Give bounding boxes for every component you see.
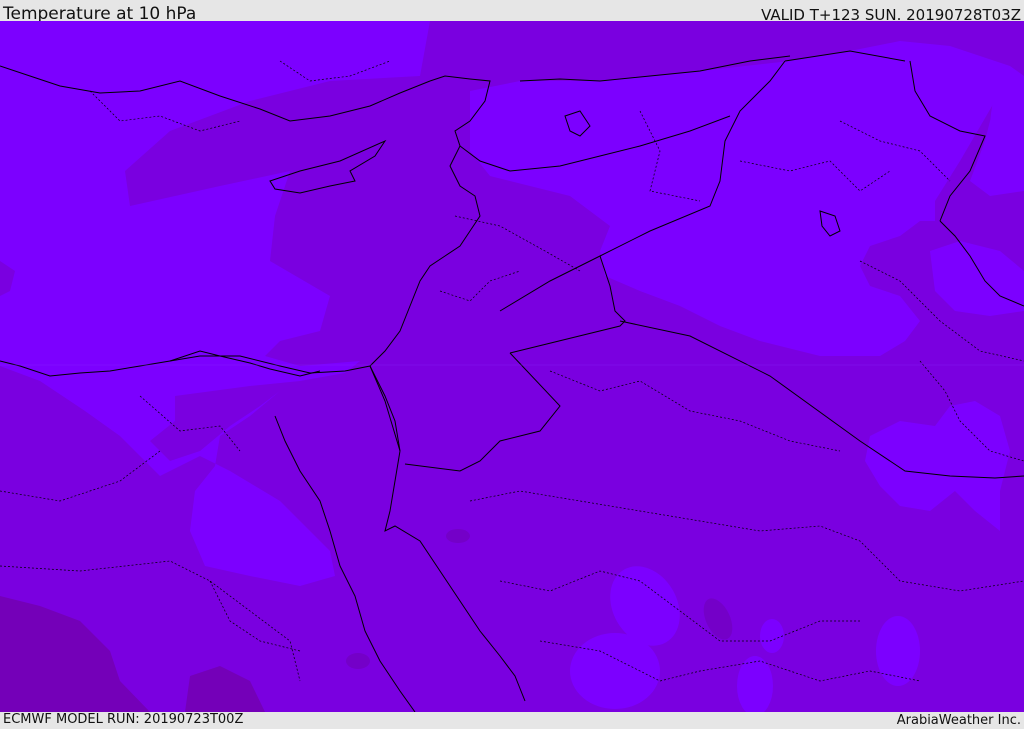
warm-spot-africa bbox=[346, 653, 370, 669]
warm-spot-sudan bbox=[446, 529, 470, 543]
temperature-map bbox=[0, 21, 1024, 712]
model-run-label: ECMWF MODEL RUN: 20190723T00Z bbox=[3, 712, 244, 727]
cool-patch-south bbox=[570, 633, 660, 709]
map-header: Temperature at 10 hPa VALID T+123 SUN. 2… bbox=[0, 0, 1024, 24]
cool-patch-oman bbox=[876, 616, 920, 686]
map-canvas bbox=[0, 21, 1024, 712]
cool-patch-yemen bbox=[760, 619, 784, 653]
map-footer: ECMWF MODEL RUN: 20190723T00Z ArabiaWeat… bbox=[0, 712, 1024, 729]
weather-map-frame: Temperature at 10 hPa VALID T+123 SUN. 2… bbox=[0, 0, 1024, 729]
provider-label: ArabiaWeather Inc. bbox=[896, 713, 1021, 728]
